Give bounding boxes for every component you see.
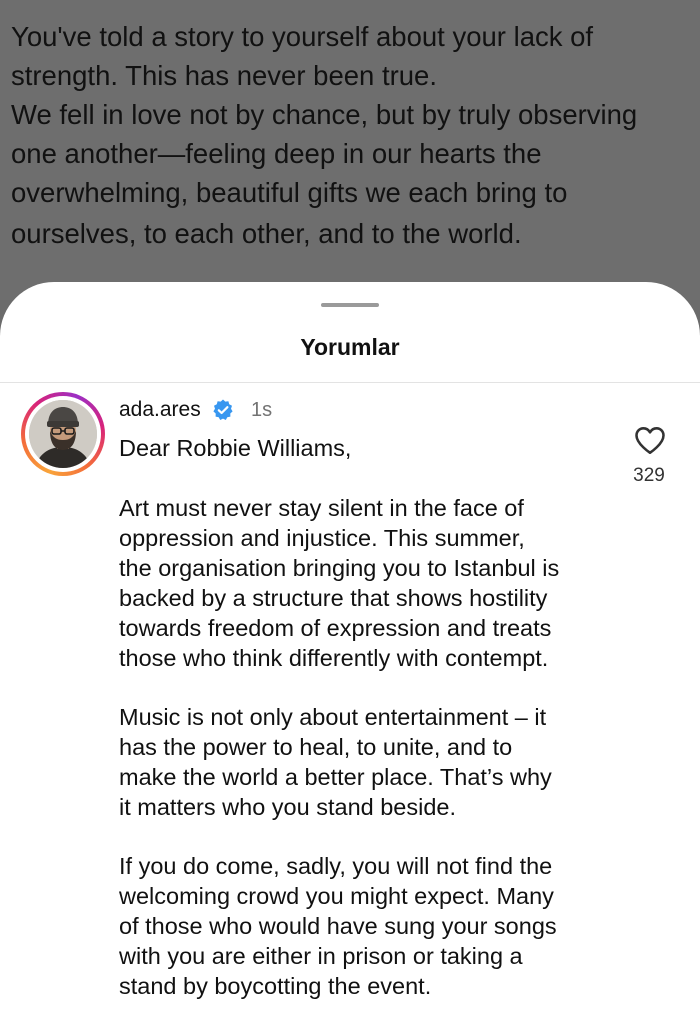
sheet-drag-handle[interactable] (321, 303, 379, 307)
comment-text-line: has the power to heal, to unite, and to (119, 734, 513, 760)
comment-text-line: If you do come, sadly, you will not find… (119, 853, 553, 879)
avatar[interactable] (21, 392, 105, 476)
comment-text-line: make the world a better place. That’s wh… (119, 764, 552, 790)
verified-badge-icon (213, 399, 233, 420)
comment-text-line: welcoming crowd you might expect. Many (119, 883, 554, 909)
comment-username[interactable]: ada.ares (119, 398, 201, 422)
heart-outline-icon[interactable] (632, 422, 668, 458)
profile-photo-icon (29, 400, 97, 468)
sheet-title: Yorumlar (300, 334, 400, 360)
comment-text-line: it matters who you stand beside. (119, 794, 457, 820)
comments-sheet: Yorumlar ada.ares 1s Dear Robbie William… (0, 282, 700, 1024)
comment-text-line: of those who would have sung your songs (119, 913, 557, 939)
comment-text-line: Art must never stay silent in the face o… (119, 495, 524, 521)
comment-text-line: Dear Robbie Williams, (119, 435, 352, 461)
comment-text-line: those who think differently with contemp… (119, 645, 549, 671)
like-count: 329 (633, 465, 665, 486)
comment-timestamp: 1s (251, 399, 273, 421)
caption-line: one another—feeling deep in our hearts t… (11, 138, 542, 169)
comment-text-line: oppression and injustice. This summer, (119, 525, 525, 551)
comment-text-line: towards freedom of expression and treats (119, 615, 552, 641)
caption-line: ourselves, to each other, and to the wor… (11, 218, 522, 249)
caption-line: strength. This has never been true. (11, 60, 437, 91)
caption-line: overwhelming, beautiful gifts we each br… (11, 177, 568, 208)
comment-text-line: with you are either in prison or taking … (119, 943, 523, 969)
post-caption: You've told a story to yourself about yo… (0, 0, 700, 300)
comment-text-line: the organisation bringing you to Istanbu… (119, 555, 560, 581)
comment-text-line: backed by a structure that shows hostili… (119, 585, 548, 611)
caption-line: We fell in love not by chance, but by tr… (11, 99, 638, 130)
header-divider (0, 382, 700, 383)
comment-text-line: Music is not only about entertainment – … (119, 704, 547, 730)
comment-text-line: stand by boycotting the event. (119, 973, 432, 999)
caption-line: You've told a story to yourself about yo… (11, 21, 594, 52)
